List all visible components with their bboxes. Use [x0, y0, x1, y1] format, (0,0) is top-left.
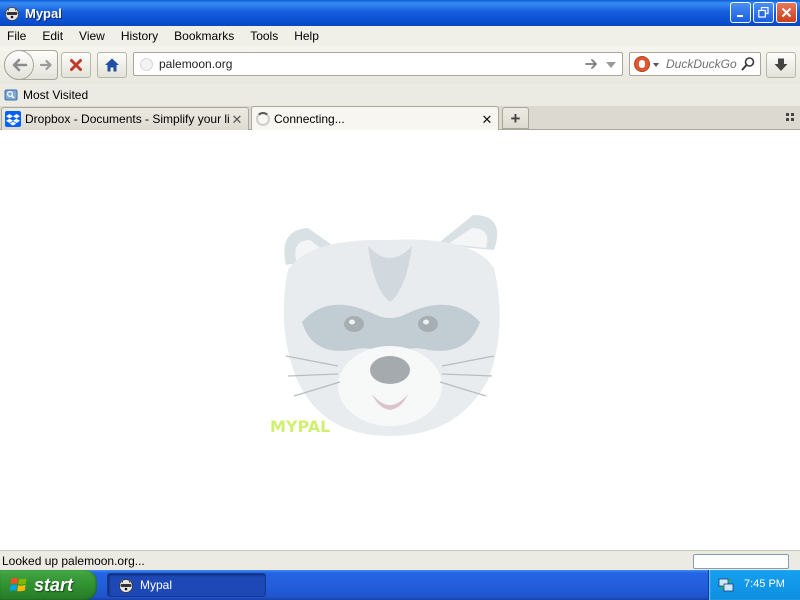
forward-arrow-icon [39, 59, 52, 71]
taskbar: start Mypal 7:45 PM [0, 570, 800, 600]
list-all-tabs-icon[interactable] [786, 112, 796, 122]
back-button[interactable] [4, 50, 34, 80]
restore-button[interactable] [753, 2, 774, 23]
menu-file[interactable]: File [0, 29, 34, 43]
tab-close-button[interactable]: ✕ [480, 112, 494, 126]
tab-close-button[interactable]: ✕ [230, 112, 244, 126]
system-tray: 7:45 PM [708, 570, 800, 600]
caption-buttons [730, 2, 797, 23]
restore-icon [758, 7, 769, 18]
downloads-button[interactable] [766, 52, 796, 78]
home-button[interactable] [97, 52, 127, 78]
status-text: Looked up palemoon.org... [2, 554, 145, 568]
url-bar[interactable]: palemoon.org [133, 52, 623, 76]
tab-label: Dropbox - Documents - Simplify your life [25, 112, 230, 126]
search-icon[interactable] [740, 56, 756, 72]
menu-bookmarks[interactable]: Bookmarks [166, 29, 242, 43]
menu-view[interactable]: View [71, 29, 113, 43]
menu-bar: File Edit View History Bookmarks Tools H… [0, 26, 800, 46]
download-arrow-icon [774, 58, 788, 71]
raccoon-logo: MYPAL [270, 215, 500, 436]
dropbox-icon [5, 111, 21, 127]
raccoon-icon [119, 579, 133, 593]
search-bar[interactable]: DuckDuckGo [629, 52, 761, 76]
duckduckgo-icon[interactable] [634, 56, 650, 72]
close-button[interactable] [776, 2, 797, 23]
progress-meter [693, 554, 789, 569]
tab-label: Connecting... [274, 112, 345, 126]
menu-history[interactable]: History [113, 29, 166, 43]
url-history-dropdown-icon[interactable] [606, 62, 616, 68]
taskbar-item-label: Mypal [140, 578, 173, 592]
close-icon [781, 7, 792, 18]
status-bar: Looked up palemoon.org... [0, 550, 800, 570]
home-icon [105, 58, 119, 72]
forward-button[interactable] [37, 56, 55, 74]
raccoon-icon [5, 7, 19, 21]
tab-strip: Dropbox - Documents - Simplify your life… [0, 106, 800, 131]
logo-wordmark: MYPAL [270, 417, 330, 436]
bookmark-most-visited[interactable]: Most Visited [23, 88, 88, 102]
loading-spinner-icon [256, 112, 270, 126]
menu-edit[interactable]: Edit [34, 29, 71, 43]
page-content[interactable]: MYPAL [0, 130, 800, 550]
start-label: start [34, 574, 74, 595]
search-engine-dropdown-icon[interactable] [653, 63, 659, 67]
stop-icon [70, 59, 82, 71]
start-button[interactable]: start [0, 570, 97, 600]
windows-flag-icon [9, 577, 27, 592]
search-input[interactable]: DuckDuckGo [666, 57, 737, 71]
tab-dropbox[interactable]: Dropbox - Documents - Simplify your life… [1, 107, 249, 130]
bookmark-folder-icon [4, 89, 18, 101]
new-tab-button[interactable]: + [502, 107, 529, 129]
site-identity-icon[interactable] [140, 58, 153, 71]
menu-help[interactable]: Help [286, 29, 327, 43]
stop-button[interactable] [61, 52, 91, 78]
minimize-icon [736, 14, 743, 17]
window-title: Mypal [25, 5, 62, 21]
navigation-toolbar: palemoon.org DuckDuckGo [0, 46, 800, 84]
network-icon[interactable] [718, 577, 734, 593]
tab-connecting[interactable]: Connecting... ✕ [251, 106, 499, 131]
go-arrow-icon[interactable] [584, 56, 600, 72]
clock[interactable]: 7:45 PM [744, 578, 785, 590]
url-text[interactable]: palemoon.org [159, 57, 232, 71]
title-bar[interactable]: Mypal [0, 0, 800, 26]
back-arrow-icon [12, 58, 28, 72]
taskbar-item-mypal[interactable]: Mypal [107, 573, 266, 597]
bookmarks-toolbar: Most Visited [0, 84, 800, 106]
minimize-button[interactable] [730, 2, 751, 23]
menu-tools[interactable]: Tools [242, 29, 286, 43]
back-forward-group [4, 50, 58, 80]
